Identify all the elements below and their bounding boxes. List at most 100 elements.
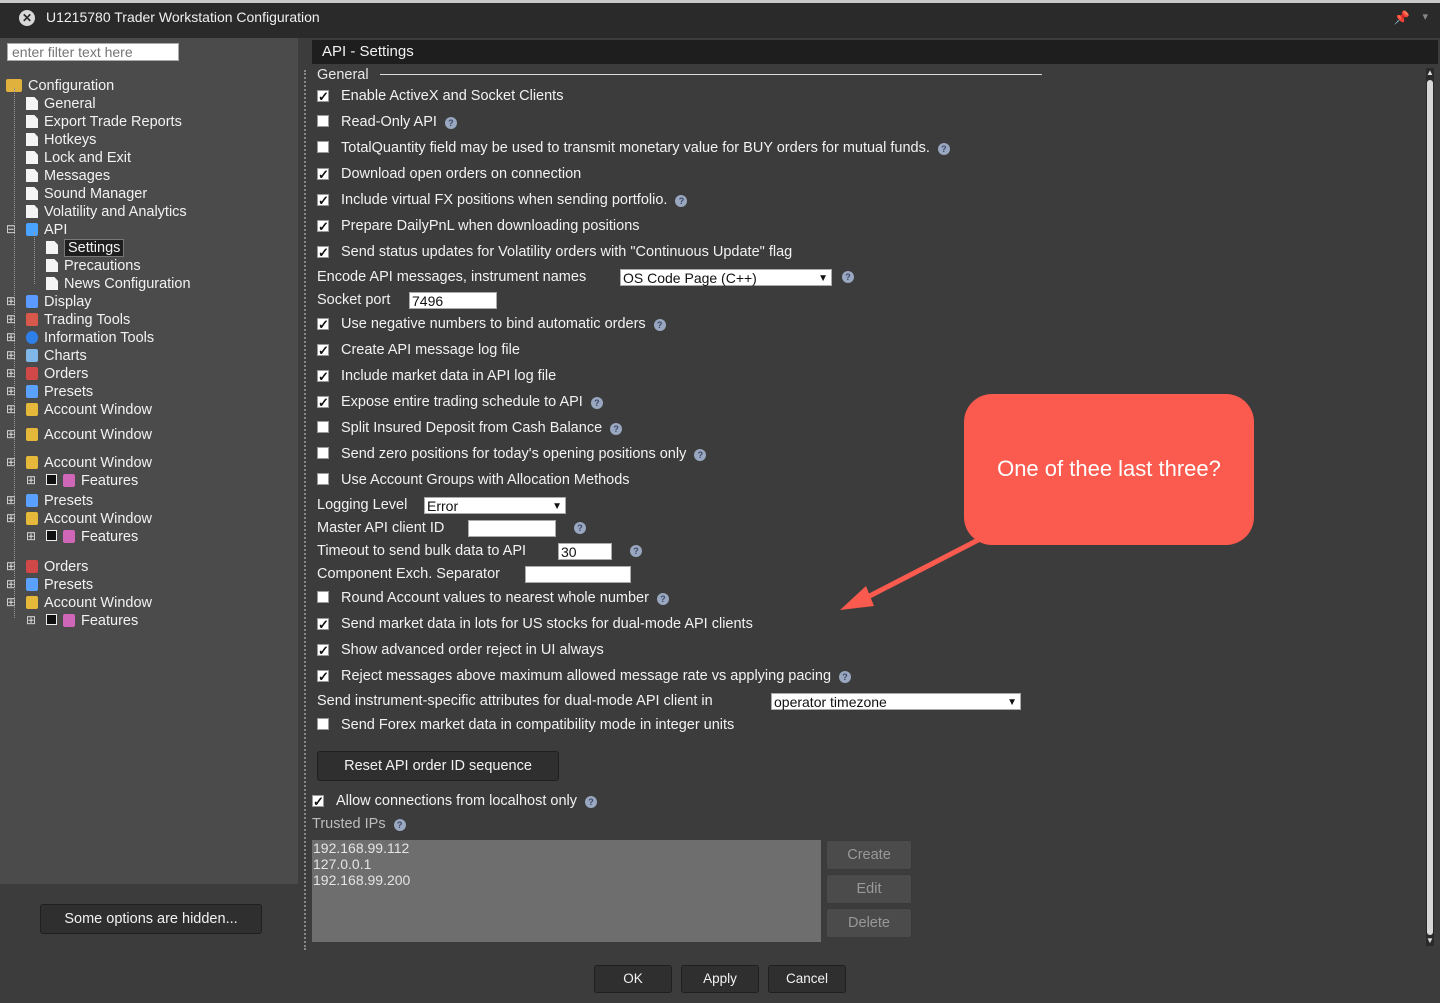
tree-item-api[interactable]: API bbox=[26, 221, 67, 239]
tree-item-orders[interactable]: Orders bbox=[26, 365, 88, 383]
tree-item-trading-tools[interactable]: Trading Tools bbox=[26, 311, 130, 329]
tree-item-information-tools[interactable]: Information Tools bbox=[26, 329, 154, 347]
pin-icon[interactable]: 📌 bbox=[1394, 10, 1410, 26]
checkbox[interactable]: ✓ bbox=[312, 795, 324, 808]
tree-item-volatility-and-analytics[interactable]: Volatility and Analytics bbox=[26, 203, 187, 221]
tree-item-account-window[interactable]: Account Window bbox=[26, 401, 152, 419]
tree-item-settings[interactable]: Settings bbox=[46, 239, 125, 257]
scrollbar-thumb[interactable] bbox=[1427, 80, 1433, 935]
option-enable-activex-and-socket-clients[interactable]: ✓ Enable ActiveX and Socket Clients bbox=[317, 86, 563, 106]
option-round-account-values-to-nearest-whole-nu[interactable]: Round Account values to nearest whole nu… bbox=[317, 588, 669, 608]
help-icon[interactable]: ? bbox=[839, 671, 852, 683]
close-icon[interactable]: ✕ bbox=[19, 10, 35, 26]
option-localhost-only[interactable]: ✓ Allow connections from localhost only? bbox=[312, 791, 597, 811]
help-icon[interactable]: ? bbox=[653, 319, 666, 331]
option-reject-messages-above-maximum-allowed-me[interactable]: ✓ Reject messages above maximum allowed m… bbox=[317, 666, 852, 686]
tree-item-features[interactable]: Features bbox=[46, 528, 138, 546]
help-icon[interactable]: ? bbox=[574, 522, 586, 534]
tree-item-features[interactable]: Features bbox=[46, 612, 138, 630]
help-icon[interactable]: ? bbox=[610, 423, 623, 435]
option-include-virtual-fx-positions-when-sendin[interactable]: ✓ Include virtual FX positions when sendi… bbox=[317, 190, 688, 210]
help-icon[interactable]: ? bbox=[694, 449, 707, 461]
tree-item-hotkeys[interactable]: Hotkeys bbox=[26, 131, 96, 149]
cancel-button[interactable]: Cancel bbox=[768, 965, 846, 993]
checkbox[interactable]: ✓ bbox=[317, 194, 329, 207]
attributes-select[interactable]: operator timezone ▼ bbox=[771, 693, 1021, 710]
component-separator-input[interactable] bbox=[525, 566, 631, 583]
scroll-up-arrow-icon[interactable]: ▲ bbox=[1426, 68, 1434, 77]
option-forex-compat[interactable]: Send Forex market data in compatibility … bbox=[317, 715, 734, 735]
filter-input[interactable] bbox=[7, 43, 179, 61]
checkbox[interactable] bbox=[317, 421, 329, 433]
reset-order-id-button[interactable]: Reset API order ID sequence bbox=[317, 751, 559, 781]
help-icon[interactable]: ? bbox=[842, 271, 854, 283]
tree-item-account-window[interactable]: Account Window bbox=[26, 454, 152, 472]
checkbox[interactable] bbox=[317, 447, 329, 459]
tree-item-account-window[interactable]: Account Window bbox=[26, 426, 152, 444]
encode-select[interactable]: OS Code Page (C++) ▼ bbox=[620, 269, 832, 286]
tree-item-display[interactable]: Display bbox=[26, 293, 92, 311]
some-options-hidden-button[interactable]: Some options are hidden... bbox=[40, 904, 262, 934]
ok-button[interactable]: OK bbox=[594, 965, 672, 993]
checkbox[interactable]: ✓ bbox=[317, 246, 329, 259]
option-expose-entire-trading-schedule-to-api[interactable]: ✓ Expose entire trading schedule to API? bbox=[317, 392, 603, 412]
list-item[interactable]: 127.0.0.1 bbox=[313, 856, 371, 872]
scroll-down-arrow-icon[interactable]: ▼ bbox=[1426, 936, 1434, 945]
option-prepare-dailypnl-when-downloading-positi[interactable]: ✓ Prepare DailyPnL when downloading posit… bbox=[317, 216, 640, 236]
tree-item-account-window[interactable]: Account Window bbox=[26, 594, 152, 612]
help-icon[interactable]: ? bbox=[584, 796, 597, 808]
help-icon[interactable]: ? bbox=[656, 593, 669, 605]
tree-item-orders[interactable]: Orders bbox=[26, 558, 88, 576]
help-icon[interactable]: ? bbox=[393, 819, 406, 831]
checkbox[interactable]: ✓ bbox=[317, 670, 329, 683]
delete-ip-button[interactable]: Delete bbox=[826, 908, 912, 938]
help-icon[interactable]: ? bbox=[630, 545, 642, 557]
checkbox[interactable]: ✓ bbox=[317, 644, 329, 657]
list-item[interactable]: 192.168.99.200 bbox=[313, 872, 410, 888]
apply-button[interactable]: Apply bbox=[681, 965, 759, 993]
timeout-input[interactable]: 30 bbox=[558, 543, 612, 560]
option-include-market-data-in-api-log-file[interactable]: ✓ Include market data in API log file bbox=[317, 366, 556, 386]
checkbox[interactable] bbox=[317, 115, 329, 127]
help-icon[interactable]: ? bbox=[444, 117, 457, 129]
edit-ip-button[interactable]: Edit bbox=[826, 874, 912, 904]
tree-item-precautions[interactable]: Precautions bbox=[46, 257, 141, 275]
expand-icon[interactable]: ⊞ bbox=[26, 473, 36, 487]
tree-item-news-configuration[interactable]: News Configuration bbox=[46, 275, 191, 293]
master-client-id-input[interactable] bbox=[468, 520, 556, 537]
option-read-only-api[interactable]: Read-Only API? bbox=[317, 112, 457, 132]
option-split-insured-deposit-from-cash-balance[interactable]: Split Insured Deposit from Cash Balance? bbox=[317, 418, 623, 438]
help-icon[interactable]: ? bbox=[675, 195, 688, 207]
checkbox[interactable]: ✓ bbox=[317, 318, 329, 331]
checkbox[interactable]: ✓ bbox=[317, 370, 329, 383]
option-use-account-groups-with-allocation-metho[interactable]: Use Account Groups with Allocation Metho… bbox=[317, 470, 630, 490]
checkbox[interactable]: ✓ bbox=[317, 344, 329, 357]
option-send-zero-positions-for-today-s-opening-[interactable]: Send zero positions for today's opening … bbox=[317, 444, 707, 464]
checkbox[interactable] bbox=[317, 718, 329, 730]
tree-item-sound-manager[interactable]: Sound Manager bbox=[26, 185, 147, 203]
tree-item-export-trade-reports[interactable]: Export Trade Reports bbox=[26, 113, 182, 131]
tree-item-configuration[interactable]: Configuration bbox=[6, 77, 114, 95]
option-show-advanced-order-reject-in-ui-always[interactable]: ✓ Show advanced order reject in UI always bbox=[317, 640, 604, 660]
checkbox[interactable]: ✓ bbox=[317, 396, 329, 409]
tree-item-messages[interactable]: Messages bbox=[26, 167, 110, 185]
tree-item-charts[interactable]: Charts bbox=[26, 347, 87, 365]
tree-item-presets[interactable]: Presets bbox=[26, 576, 93, 594]
expand-icon[interactable]: ⊞ bbox=[26, 613, 36, 627]
checkbox[interactable]: ✓ bbox=[317, 90, 329, 103]
checkbox[interactable]: ✓ bbox=[317, 220, 329, 233]
logging-level-select[interactable]: Error ▼ bbox=[424, 497, 566, 514]
tree-item-presets[interactable]: Presets bbox=[26, 383, 93, 401]
checkbox[interactable] bbox=[317, 473, 329, 485]
tree-item-general[interactable]: General bbox=[26, 95, 96, 113]
tree-item-presets[interactable]: Presets bbox=[26, 492, 93, 510]
tree-item-lock-and-exit[interactable]: Lock and Exit bbox=[26, 149, 131, 167]
checkbox[interactable] bbox=[317, 591, 329, 603]
help-icon[interactable]: ? bbox=[937, 143, 950, 155]
help-icon[interactable]: ? bbox=[590, 397, 603, 409]
checkbox[interactable] bbox=[317, 141, 329, 153]
option-download-open-orders-on-connection[interactable]: ✓ Download open orders on connection bbox=[317, 164, 581, 184]
socket-port-input[interactable]: 7496 bbox=[409, 292, 497, 309]
checkbox[interactable]: ✓ bbox=[317, 618, 329, 631]
option-totalquantity-field-may-be-used-to-trans[interactable]: TotalQuantity field may be used to trans… bbox=[317, 138, 950, 158]
